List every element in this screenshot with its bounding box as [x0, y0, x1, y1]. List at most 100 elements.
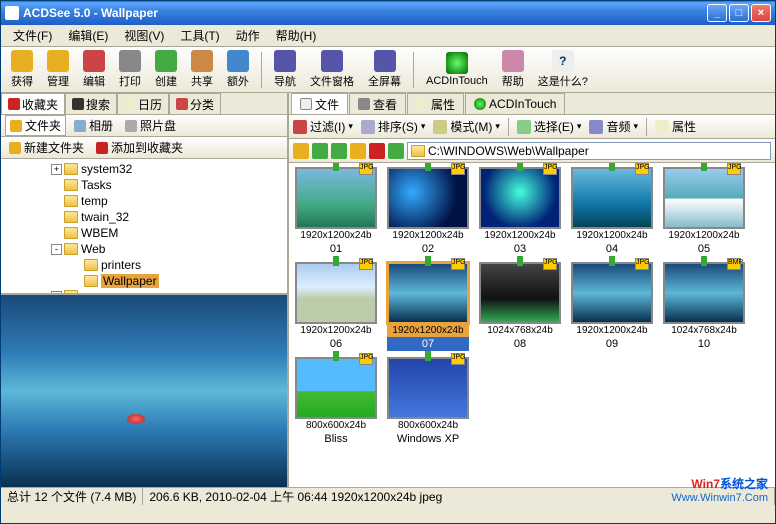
thumbnail[interactable]: JPG1920x1200x24b01 [293, 167, 379, 256]
menu-tools[interactable]: 工具(T) [172, 25, 227, 46]
thumb-image: BMP [663, 262, 745, 324]
select-icon [517, 120, 531, 134]
path-input[interactable]: C:\WINDOWS\Web\Wallpaper [407, 142, 771, 160]
tree-item[interactable]: -Web [3, 241, 285, 257]
question-icon: ? [552, 50, 574, 72]
rtb-props[interactable]: 属性 [655, 118, 696, 135]
folder-tree[interactable]: +system32Taskstemptwain_32WBEM-Webprinte… [1, 159, 287, 295]
close-button[interactable]: × [751, 4, 771, 22]
subtab-folders[interactable]: 文件夹 [5, 115, 66, 136]
window-title: ACDSee 5.0 - Wallpaper [23, 6, 707, 20]
tab-calendar[interactable]: 日历 [117, 93, 169, 114]
tb-nav[interactable]: 导航 [268, 48, 302, 91]
tb-fullscreen[interactable]: 全屏幕 [362, 48, 407, 91]
up-icon[interactable] [350, 143, 366, 159]
tb-extra[interactable]: 额外 [221, 48, 255, 91]
menu-file[interactable]: 文件(F) [5, 25, 60, 46]
main-toolbar: 获得 管理 编辑 打印 创建 共享 额外 导航 文件窗格 全屏幕 ACDInTo… [1, 47, 775, 93]
tree-item[interactable]: temp [3, 193, 285, 209]
tb-acquire[interactable]: 获得 [5, 48, 39, 91]
expand-icon[interactable]: + [51, 164, 62, 175]
rtab-view[interactable]: 查看 [349, 93, 406, 114]
tree-label: WBEM [81, 226, 118, 240]
tab-search[interactable]: 搜索 [65, 93, 117, 114]
rtb-audio[interactable]: 音频▾ [589, 118, 638, 135]
globe-icon [474, 98, 486, 110]
history-icon[interactable] [388, 143, 404, 159]
minimize-button[interactable]: _ [707, 4, 727, 22]
menu-help[interactable]: 帮助(H) [268, 25, 325, 46]
thumbnail[interactable]: JPG1920x1200x24b06 [293, 262, 379, 351]
menu-edit[interactable]: 编辑(E) [60, 25, 116, 46]
tb-edit[interactable]: 编辑 [77, 48, 111, 91]
thumbnail[interactable]: JPG800x600x24bWindows XP [385, 357, 471, 446]
subtab-album[interactable]: 相册 [70, 116, 117, 135]
tb-whatsthis[interactable]: ?这是什么? [532, 48, 594, 91]
folder-icon [64, 243, 78, 255]
thumb-name: 07 [387, 337, 469, 351]
folder-icon [47, 50, 69, 72]
rtb-sort[interactable]: 排序(S)▾ [361, 118, 426, 135]
menu-actions[interactable]: 动作 [228, 25, 268, 46]
thumb-image: JPG [295, 262, 377, 324]
tree-label: Tasks [81, 178, 112, 192]
subtab-photodisc[interactable]: 照片盘 [121, 116, 180, 135]
rtb-select[interactable]: 选择(E)▾ [517, 118, 582, 135]
expand-icon[interactable]: - [51, 244, 62, 255]
rtb-mode[interactable]: 模式(M)▾ [433, 118, 500, 135]
btn-add-favorite[interactable]: 添加到收藏夹 [92, 138, 187, 157]
tb-print[interactable]: 打印 [113, 48, 147, 91]
forward-icon[interactable] [331, 143, 347, 159]
pin-icon [425, 351, 431, 361]
thumbnail[interactable]: JPG1920x1200x24b09 [569, 262, 655, 351]
thumbnail[interactable]: BMP1024x768x24b10 [661, 262, 747, 351]
thumbnail[interactable]: JPG1920x1200x24b02 [385, 167, 471, 256]
menu-view[interactable]: 视图(V) [116, 25, 172, 46]
thumbnail[interactable]: JPG1920x1200x24b07 [385, 262, 471, 351]
new-folder-icon [9, 142, 21, 154]
tb-acdintouch[interactable]: ACDInTouch [420, 50, 494, 89]
folder-icon[interactable] [293, 143, 309, 159]
thumbnail[interactable]: JPG1024x768x24b08 [477, 262, 563, 351]
status-detail: 206.6 KB, 2010-02-04 上午 06:44 1920x1200x… [143, 488, 775, 505]
maximize-button[interactable]: □ [729, 4, 749, 22]
thumb-name: Windows XP [397, 432, 459, 446]
tb-help[interactable]: 帮助 [496, 48, 530, 91]
thumbnail[interactable]: JPG1920x1200x24b03 [477, 167, 563, 256]
tb-manage[interactable]: 管理 [41, 48, 75, 91]
heart-icon[interactable] [369, 143, 385, 159]
status-bar: 总计 12 个文件 (7.4 MB) 206.6 KB, 2010-02-04 … [1, 487, 775, 505]
tb-create[interactable]: 创建 [149, 48, 183, 91]
thumb-dimensions: 1920x1200x24b [571, 324, 653, 337]
rtab-acdintouch[interactable]: ACDInTouch [465, 93, 565, 114]
tree-item[interactable]: twain_32 [3, 209, 285, 225]
rtab-props[interactable]: 属性 [407, 93, 464, 114]
pin-icon [609, 163, 615, 171]
fullscreen-icon [374, 50, 396, 72]
tree-item[interactable]: Wallpaper [3, 273, 285, 289]
tb-share[interactable]: 共享 [185, 48, 219, 91]
thumb-image: JPG [387, 357, 469, 419]
tree-item[interactable]: Tasks [3, 177, 285, 193]
thumbnail[interactable]: JPG1920x1200x24b04 [569, 167, 655, 256]
tab-category[interactable]: 分类 [169, 93, 221, 114]
rtab-file[interactable]: 文件 [291, 93, 348, 114]
pin-icon [333, 256, 339, 266]
left-panel: 收藏夹 搜索 日历 分类 文件夹 相册 照片盘 新建文件夹 添加到收藏夹 +sy… [1, 93, 289, 487]
pin-icon [425, 163, 431, 171]
thumbnail[interactable]: JPG800x600x24bBliss [293, 357, 379, 446]
thumbnail[interactable]: JPG1920x1200x24b05 [661, 167, 747, 256]
nav-bar: C:\WINDOWS\Web\Wallpaper [289, 139, 775, 163]
camera-icon [11, 50, 33, 72]
tree-item[interactable]: printers [3, 257, 285, 273]
tb-filewin[interactable]: 文件窗格 [304, 48, 360, 91]
tab-favorites[interactable]: 收藏夹 [1, 93, 65, 114]
btn-new-folder[interactable]: 新建文件夹 [5, 138, 88, 157]
thumbnail-grid[interactable]: JPG1920x1200x24b01JPG1920x1200x24b02JPG1… [289, 163, 775, 487]
back-icon[interactable] [312, 143, 328, 159]
tree-item[interactable]: WBEM [3, 225, 285, 241]
thumb-dimensions: 1920x1200x24b [295, 229, 377, 242]
rtb-filter[interactable]: 过滤(I)▾ [293, 118, 353, 135]
tree-item[interactable]: +system32 [3, 161, 285, 177]
filetype-badge: JPG [543, 163, 557, 175]
